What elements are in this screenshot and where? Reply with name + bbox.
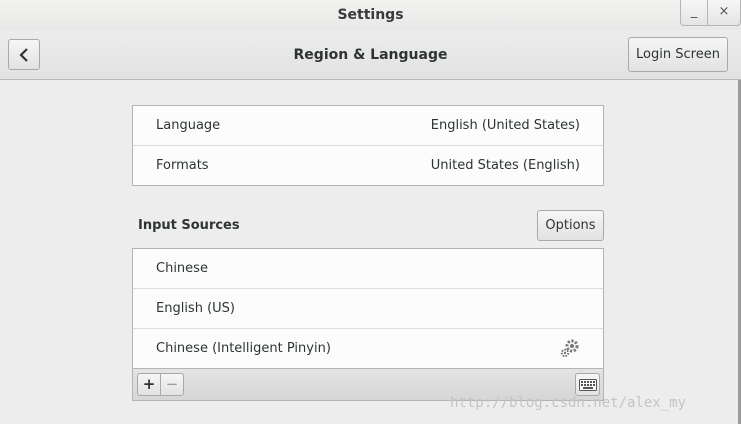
input-source-label: Chinese (Intelligent Pinyin) (156, 341, 331, 356)
language-value: English (United States) (430, 118, 580, 133)
language-label: Language (156, 118, 221, 133)
input-source-item[interactable]: English (US) (133, 289, 603, 329)
formats-label: Formats (156, 158, 209, 173)
remove-input-source-button[interactable]: − (160, 373, 184, 396)
options-button[interactable]: Options (537, 210, 604, 241)
input-sources-heading: Input Sources (138, 218, 240, 233)
watermark-text: http://blog.csdn.net/alex_my (450, 395, 687, 411)
input-source-label: English (US) (156, 301, 235, 316)
add-input-source-button[interactable]: + (137, 373, 161, 396)
minimize-button[interactable]: _ (680, 0, 708, 26)
language-row[interactable]: Language English (United States) (133, 106, 603, 146)
window-title: Settings (337, 7, 404, 23)
window-controls: _ × (680, 0, 741, 26)
input-source-item[interactable]: Chinese (133, 249, 603, 289)
window-titlebar: Settings _ × (0, 0, 741, 30)
gear-icon[interactable] (560, 338, 580, 358)
close-button[interactable]: × (708, 0, 741, 26)
formats-value: United States (English) (430, 158, 580, 173)
region-panel: Language English (United States) Formats… (132, 105, 604, 186)
input-source-item[interactable]: Chinese (Intelligent Pinyin) (133, 329, 603, 369)
input-sources-list: Chinese English (US) Chinese (Intelligen… (132, 248, 604, 369)
keyboard-icon (579, 379, 597, 391)
login-screen-button[interactable]: Login Screen (628, 37, 728, 72)
show-keyboard-layout-button[interactable] (575, 373, 600, 396)
formats-row[interactable]: Formats United States (English) (133, 146, 603, 186)
input-source-label: Chinese (156, 261, 208, 276)
header-bar: Region & Language Login Screen (0, 30, 741, 80)
